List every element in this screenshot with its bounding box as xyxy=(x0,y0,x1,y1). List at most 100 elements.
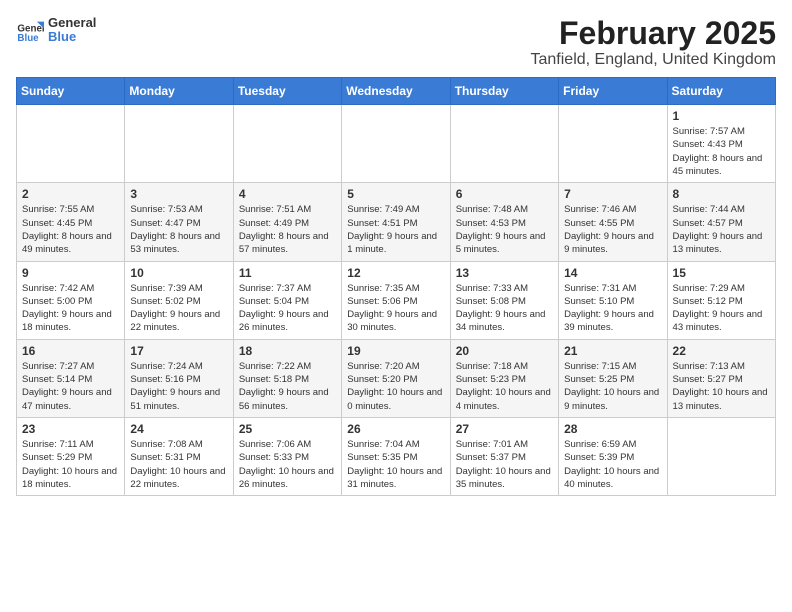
weekday-header-row: SundayMondayTuesdayWednesdayThursdayFrid… xyxy=(17,78,776,105)
day-number: 4 xyxy=(239,187,336,201)
calendar-cell: 10 Sunrise: 7:39 AM Sunset: 5:02 PM Dayli… xyxy=(125,261,233,339)
calendar-cell: 8 Sunrise: 7:44 AM Sunset: 4:57 PM Daylig… xyxy=(667,183,775,261)
page-header: General Blue General Blue February 2025 … xyxy=(16,16,776,69)
day-info: Sunrise: 7:15 AM Sunset: 5:25 PM Dayligh… xyxy=(564,360,661,413)
calendar-cell: 1 Sunrise: 7:57 AM Sunset: 4:43 PM Daylig… xyxy=(667,105,775,183)
day-info: Sunrise: 7:49 AM Sunset: 4:51 PM Dayligh… xyxy=(347,203,444,256)
calendar-cell: 22 Sunrise: 7:13 AM Sunset: 5:27 PM Dayli… xyxy=(667,339,775,417)
day-info: Sunrise: 7:33 AM Sunset: 5:08 PM Dayligh… xyxy=(456,282,553,335)
day-info: Sunrise: 7:27 AM Sunset: 5:14 PM Dayligh… xyxy=(22,360,119,413)
day-number: 26 xyxy=(347,422,444,436)
calendar-cell: 21 Sunrise: 7:15 AM Sunset: 5:25 PM Dayli… xyxy=(559,339,667,417)
calendar-cell xyxy=(233,105,341,183)
day-info: Sunrise: 7:57 AM Sunset: 4:43 PM Dayligh… xyxy=(673,125,770,178)
day-info: Sunrise: 7:29 AM Sunset: 5:12 PM Dayligh… xyxy=(673,282,770,335)
day-number: 2 xyxy=(22,187,119,201)
day-info: Sunrise: 7:22 AM Sunset: 5:18 PM Dayligh… xyxy=(239,360,336,413)
day-number: 13 xyxy=(456,266,553,280)
day-number: 8 xyxy=(673,187,770,201)
day-number: 7 xyxy=(564,187,661,201)
day-info: Sunrise: 7:55 AM Sunset: 4:45 PM Dayligh… xyxy=(22,203,119,256)
day-info: Sunrise: 7:31 AM Sunset: 5:10 PM Dayligh… xyxy=(564,282,661,335)
calendar-cell: 23Sunrise: 7:11 AM Sunset: 5:29 PM Dayli… xyxy=(17,417,125,495)
day-number: 10 xyxy=(130,266,227,280)
calendar-cell: 24Sunrise: 7:08 AM Sunset: 5:31 PM Dayli… xyxy=(125,417,233,495)
weekday-header-saturday: Saturday xyxy=(667,78,775,105)
day-info: Sunrise: 7:39 AM Sunset: 5:02 PM Dayligh… xyxy=(130,282,227,335)
day-number: 23 xyxy=(22,422,119,436)
calendar-week-row: 1 Sunrise: 7:57 AM Sunset: 4:43 PM Daylig… xyxy=(17,105,776,183)
calendar-cell: 5 Sunrise: 7:49 AM Sunset: 4:51 PM Daylig… xyxy=(342,183,450,261)
day-number: 9 xyxy=(22,266,119,280)
day-number: 17 xyxy=(130,344,227,358)
calendar-cell: 27 Sunrise: 7:01 AM Sunset: 5:37 PM Dayli… xyxy=(450,417,558,495)
day-number: 14 xyxy=(564,266,661,280)
calendar-cell: 15Sunrise: 7:29 AM Sunset: 5:12 PM Dayli… xyxy=(667,261,775,339)
day-number: 27 xyxy=(456,422,553,436)
day-info: Sunrise: 7:51 AM Sunset: 4:49 PM Dayligh… xyxy=(239,203,336,256)
day-info: Sunrise: 6:59 AM Sunset: 5:39 PM Dayligh… xyxy=(564,438,661,491)
day-number: 20 xyxy=(456,344,553,358)
weekday-header-monday: Monday xyxy=(125,78,233,105)
day-info: Sunrise: 7:04 AM Sunset: 5:35 PM Dayligh… xyxy=(347,438,444,491)
calendar-cell xyxy=(17,105,125,183)
day-number: 19 xyxy=(347,344,444,358)
day-number: 6 xyxy=(456,187,553,201)
calendar-cell: 19 Sunrise: 7:20 AM Sunset: 5:20 PM Dayli… xyxy=(342,339,450,417)
calendar-week-row: 2 Sunrise: 7:55 AM Sunset: 4:45 PM Daylig… xyxy=(17,183,776,261)
day-info: Sunrise: 7:35 AM Sunset: 5:06 PM Dayligh… xyxy=(347,282,444,335)
calendar-cell: 13 Sunrise: 7:33 AM Sunset: 5:08 PM Dayli… xyxy=(450,261,558,339)
calendar-cell: 6 Sunrise: 7:48 AM Sunset: 4:53 PM Daylig… xyxy=(450,183,558,261)
logo-blue-text: Blue xyxy=(48,30,96,44)
day-info: Sunrise: 7:18 AM Sunset: 5:23 PM Dayligh… xyxy=(456,360,553,413)
day-number: 25 xyxy=(239,422,336,436)
calendar-cell: 9 Sunrise: 7:42 AM Sunset: 5:00 PM Daylig… xyxy=(17,261,125,339)
day-info: Sunrise: 7:42 AM Sunset: 5:00 PM Dayligh… xyxy=(22,282,119,335)
weekday-header-tuesday: Tuesday xyxy=(233,78,341,105)
day-info: Sunrise: 7:20 AM Sunset: 5:20 PM Dayligh… xyxy=(347,360,444,413)
day-number: 16 xyxy=(22,344,119,358)
day-info: Sunrise: 7:13 AM Sunset: 5:27 PM Dayligh… xyxy=(673,360,770,413)
day-info: Sunrise: 7:44 AM Sunset: 4:57 PM Dayligh… xyxy=(673,203,770,256)
calendar-cell xyxy=(667,417,775,495)
calendar-week-row: 23Sunrise: 7:11 AM Sunset: 5:29 PM Dayli… xyxy=(17,417,776,495)
calendar-cell xyxy=(125,105,233,183)
day-info: Sunrise: 7:53 AM Sunset: 4:47 PM Dayligh… xyxy=(130,203,227,256)
calendar-cell xyxy=(342,105,450,183)
calendar-cell: 26 Sunrise: 7:04 AM Sunset: 5:35 PM Dayli… xyxy=(342,417,450,495)
day-info: Sunrise: 7:06 AM Sunset: 5:33 PM Dayligh… xyxy=(239,438,336,491)
logo-general-text: General xyxy=(48,16,96,30)
calendar-cell xyxy=(559,105,667,183)
calendar-week-row: 16 Sunrise: 7:27 AM Sunset: 5:14 PM Dayli… xyxy=(17,339,776,417)
day-number: 5 xyxy=(347,187,444,201)
day-number: 18 xyxy=(239,344,336,358)
weekday-header-sunday: Sunday xyxy=(17,78,125,105)
weekday-header-thursday: Thursday xyxy=(450,78,558,105)
calendar-cell: 20 Sunrise: 7:18 AM Sunset: 5:23 PM Dayli… xyxy=(450,339,558,417)
day-info: Sunrise: 7:46 AM Sunset: 4:55 PM Dayligh… xyxy=(564,203,661,256)
day-number: 22 xyxy=(673,344,770,358)
day-info: Sunrise: 7:01 AM Sunset: 5:37 PM Dayligh… xyxy=(456,438,553,491)
svg-text:Blue: Blue xyxy=(17,33,39,44)
day-number: 1 xyxy=(673,109,770,123)
location-title: Tanfield, England, United Kingdom xyxy=(531,51,777,69)
calendar-week-row: 9 Sunrise: 7:42 AM Sunset: 5:00 PM Daylig… xyxy=(17,261,776,339)
calendar-cell: 4 Sunrise: 7:51 AM Sunset: 4:49 PM Daylig… xyxy=(233,183,341,261)
calendar-cell: 12 Sunrise: 7:35 AM Sunset: 5:06 PM Dayli… xyxy=(342,261,450,339)
day-number: 21 xyxy=(564,344,661,358)
calendar-cell: 25 Sunrise: 7:06 AM Sunset: 5:33 PM Dayli… xyxy=(233,417,341,495)
day-number: 12 xyxy=(347,266,444,280)
calendar-cell: 2 Sunrise: 7:55 AM Sunset: 4:45 PM Daylig… xyxy=(17,183,125,261)
day-info: Sunrise: 7:37 AM Sunset: 5:04 PM Dayligh… xyxy=(239,282,336,335)
calendar-cell xyxy=(450,105,558,183)
day-info: Sunrise: 7:48 AM Sunset: 4:53 PM Dayligh… xyxy=(456,203,553,256)
logo-icon: General Blue xyxy=(16,16,44,44)
weekday-header-wednesday: Wednesday xyxy=(342,78,450,105)
calendar-cell: 17Sunrise: 7:24 AM Sunset: 5:16 PM Dayli… xyxy=(125,339,233,417)
calendar-table: SundayMondayTuesdayWednesdayThursdayFrid… xyxy=(16,77,776,496)
day-number: 24 xyxy=(130,422,227,436)
day-number: 11 xyxy=(239,266,336,280)
calendar-cell: 3Sunrise: 7:53 AM Sunset: 4:47 PM Daylig… xyxy=(125,183,233,261)
calendar-cell: 7 Sunrise: 7:46 AM Sunset: 4:55 PM Daylig… xyxy=(559,183,667,261)
weekday-header-friday: Friday xyxy=(559,78,667,105)
